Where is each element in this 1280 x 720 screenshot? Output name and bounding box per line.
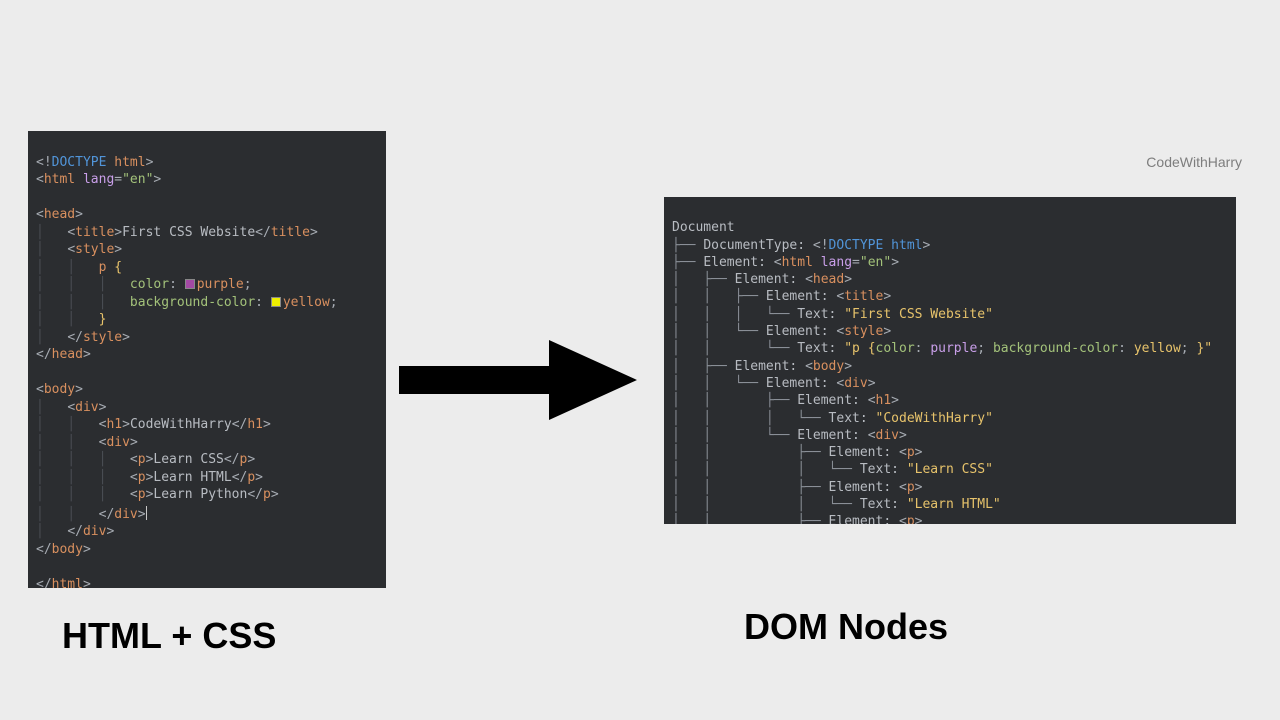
- arrow-icon: [399, 330, 639, 430]
- caption-left: HTML + CSS: [62, 615, 276, 657]
- watermark-text: CodeWithHarry: [1146, 154, 1242, 170]
- color-swatch-yellow: [271, 297, 281, 307]
- color-swatch-purple: [185, 279, 195, 289]
- tree-panel-dom-nodes: Document ├── DocumentType: <!DOCTYPE htm…: [664, 197, 1236, 524]
- text-cursor: [146, 506, 147, 520]
- code-panel-html-css: <!DOCTYPE html> <html lang="en"> <head> …: [28, 131, 386, 588]
- caption-right: DOM Nodes: [744, 606, 948, 648]
